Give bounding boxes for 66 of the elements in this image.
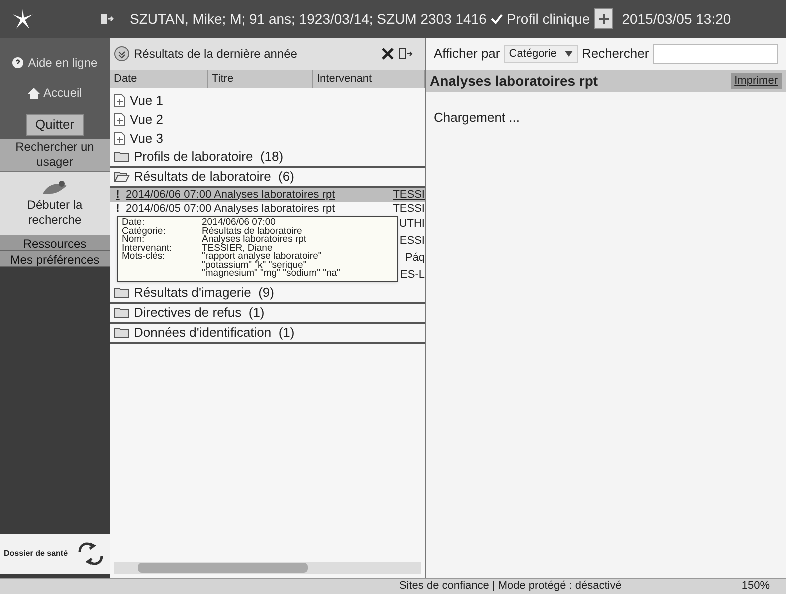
security-zone-status: Sites de confiance | Mode protégé : désactivé (399, 579, 622, 594)
tooltip-label: Intervenant: (122, 244, 174, 253)
folder-icon (114, 327, 130, 339)
arrows-logo-icon (76, 540, 106, 568)
result-row[interactable]: ! 2014/06/06 07:00 Analyses laboratoires rpt TESSI (110, 188, 425, 202)
document-title: Analyses laboratoires rpt (430, 72, 598, 91)
folder-icon (114, 151, 130, 163)
tooltip-label: Catégorie: (122, 228, 167, 236)
clinical-profile-link[interactable]: Profil clinique (490, 8, 590, 30)
tooltip-label: Mots-clés: (122, 253, 166, 264)
folder-row[interactable]: Résultats d'imagerie (9) (110, 284, 425, 304)
view-item[interactable]: Vue 2 (130, 110, 164, 130)
column-header[interactable]: Date (110, 70, 208, 88)
folder-icon (114, 307, 130, 319)
column-header[interactable]: Intervenant (313, 70, 425, 88)
check-icon (490, 13, 503, 25)
zoom-level[interactable]: 150% (742, 578, 770, 594)
quit-button[interactable]: Quitter (26, 114, 84, 136)
sidebar-menu-item[interactable]: Ressources (0, 235, 110, 251)
search-field[interactable] (653, 44, 778, 64)
tooltip-label: Nom: (122, 236, 145, 244)
logo-text: Dossier de santé (4, 548, 68, 560)
home-icon (28, 88, 40, 98)
chevron-down-icon (114, 46, 130, 62)
close-icon[interactable] (381, 47, 395, 61)
tooltip-value: Analyses laboratoires rpt (202, 236, 308, 244)
search-label: Rechercher (582, 45, 650, 64)
patient-info-text: SZUTAN, Mike; M; 91 ans; 1923/03/14; SZUM 2303 1416 (130, 10, 487, 28)
view-item[interactable]: Vue 3 (130, 128, 164, 148)
exit-icon[interactable] (100, 13, 114, 25)
document-icon[interactable] (594, 7, 614, 31)
sidebar-menu-item[interactable]: Mes préférences (0, 251, 110, 267)
view-item[interactable]: Vue 1 (130, 90, 164, 110)
tooltip-value: Résultats de laboratoire (202, 228, 302, 236)
folder-row[interactable]: Données d'identification (1) (110, 324, 425, 344)
document-icon (114, 112, 126, 126)
view-by-label: Afficher par (434, 45, 500, 64)
star-logo-icon (12, 8, 34, 30)
help-link[interactable]: Aide en ligne (12, 54, 98, 72)
category-dropdown[interactable]: Catégorie (504, 44, 578, 64)
loading-text: Chargement ... (433, 109, 521, 127)
tooltip-value: 2014/06/06 07:00 (202, 219, 276, 228)
home-link[interactable]: Accueil (28, 84, 82, 102)
column-header[interactable]: Titre (208, 70, 313, 88)
export-icon[interactable] (399, 48, 413, 60)
table-cell-text: ESSI (400, 234, 425, 250)
tooltip-label: Date: (122, 219, 145, 228)
search-user-button[interactable]: Rechercher un usager (0, 139, 110, 172)
tooltip-value: TESSIER, Diane (202, 244, 274, 253)
date-time: 2015/03/05 13:20 (622, 10, 732, 28)
folder-row[interactable]: Directives de refus (1) (110, 304, 425, 324)
tooltip-value: "rapport analyse laboratoire" "potassium" "k" "serique" "magnesium" "mg" "sodium" "na" (202, 253, 342, 278)
result-row[interactable]: ! 2014/06/05 07:00 Analyses laboratoires rpt TESSI (110, 202, 425, 216)
folder-icon (114, 171, 130, 183)
horizontal-scrollbar[interactable] (114, 562, 421, 574)
folder-icon (114, 287, 130, 299)
start-search-button[interactable]: Débuter la recherche (0, 172, 110, 235)
table-cell-text: Páq (405, 251, 425, 266)
help-icon (12, 57, 24, 69)
print-button[interactable]: Imprimer (730, 72, 782, 90)
table-cell-text: UTHI (399, 217, 425, 232)
table-cell-text: ES-L (400, 268, 425, 284)
caret-icon (564, 51, 573, 57)
document-icon (114, 94, 126, 108)
folder-row[interactable]: Profils de laboratoire (18) (110, 148, 425, 168)
document-icon (114, 132, 126, 146)
